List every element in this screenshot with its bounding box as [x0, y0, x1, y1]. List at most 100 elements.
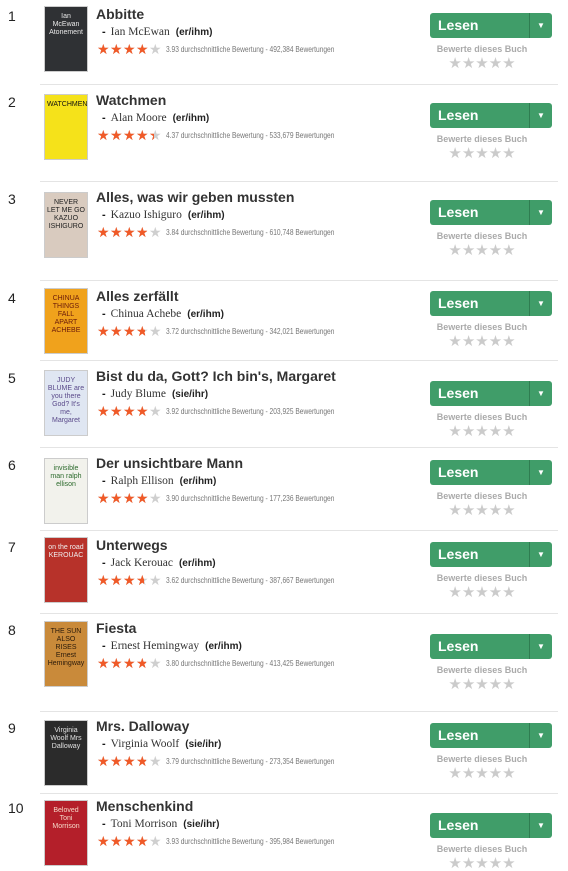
read-button-label[interactable]: Lesen	[430, 381, 530, 406]
empty-star-icon[interactable]: ★	[502, 55, 515, 72]
empty-star-icon[interactable]: ★	[502, 333, 515, 350]
book-title-link[interactable]: Mrs. Dalloway	[96, 718, 189, 734]
book-cover[interactable]: Virginia Woolf Mrs Dalloway	[44, 720, 88, 786]
empty-star-icon[interactable]: ★	[462, 55, 475, 72]
book-title-link[interactable]: Menschenkind	[96, 798, 193, 814]
book-title-link[interactable]: Unterwegs	[96, 537, 168, 553]
empty-star-icon[interactable]: ★	[462, 502, 475, 519]
author-name-link[interactable]: Chinua Achebe	[111, 308, 182, 320]
empty-star-icon[interactable]: ★	[502, 423, 515, 440]
empty-star-icon[interactable]: ★	[475, 584, 488, 601]
author-name-link[interactable]: Kazuo Ishiguro	[111, 209, 182, 221]
chevron-down-icon[interactable]: ▼	[530, 542, 552, 567]
book-cover[interactable]: NEVER LET ME GO KAZUO ISHIGURO	[44, 192, 88, 258]
empty-star-icon[interactable]: ★	[475, 502, 488, 519]
rate-stars[interactable]: ★★★★★	[430, 856, 534, 871]
book-cover[interactable]: Ian McEwan Atonement	[44, 6, 88, 72]
author-name-link[interactable]: Toni Morrison	[111, 818, 178, 830]
chevron-down-icon[interactable]: ▼	[530, 460, 552, 485]
empty-star-icon[interactable]: ★	[489, 855, 502, 871]
empty-star-icon[interactable]: ★	[489, 333, 502, 350]
author-name-link[interactable]: Virginia Woolf	[111, 738, 180, 750]
empty-star-icon[interactable]: ★	[475, 423, 488, 440]
empty-star-icon[interactable]: ★	[462, 855, 475, 871]
empty-star-icon[interactable]: ★	[489, 55, 502, 72]
rate-stars[interactable]: ★★★★★	[430, 585, 534, 600]
empty-star-icon[interactable]: ★	[502, 145, 515, 162]
book-cover[interactable]: Beloved Toni Morrison	[44, 800, 88, 866]
empty-star-icon[interactable]: ★	[475, 242, 488, 259]
empty-star-icon[interactable]: ★	[475, 55, 488, 72]
empty-star-icon[interactable]: ★	[475, 676, 488, 693]
book-title-link[interactable]: Abbitte	[96, 6, 144, 22]
chevron-down-icon[interactable]: ▼	[530, 103, 552, 128]
empty-star-icon[interactable]: ★	[462, 423, 475, 440]
read-button-label[interactable]: Lesen	[430, 200, 530, 225]
empty-star-icon[interactable]: ★	[462, 145, 475, 162]
book-cover[interactable]: CHINUA THINGS FALL APART ACHEBE	[44, 288, 88, 354]
empty-star-icon[interactable]: ★	[475, 855, 488, 871]
book-title-link[interactable]: Alles, was wir geben mussten	[96, 189, 294, 205]
read-button-label[interactable]: Lesen	[430, 103, 530, 128]
book-title-link[interactable]: Watchmen	[96, 92, 166, 108]
read-button-label[interactable]: Lesen	[430, 542, 530, 567]
empty-star-icon[interactable]: ★	[448, 333, 461, 350]
rate-stars[interactable]: ★★★★★	[430, 243, 534, 258]
empty-star-icon[interactable]: ★	[502, 855, 515, 871]
rate-stars[interactable]: ★★★★★	[430, 424, 534, 439]
chevron-down-icon[interactable]: ▼	[530, 381, 552, 406]
chevron-down-icon[interactable]: ▼	[530, 13, 552, 38]
chevron-down-icon[interactable]: ▼	[530, 291, 552, 316]
book-cover[interactable]: invisible man ralph ellison	[44, 458, 88, 524]
read-button-label[interactable]: Lesen	[430, 291, 530, 316]
empty-star-icon[interactable]: ★	[475, 333, 488, 350]
author-name-link[interactable]: Ralph Ellison	[111, 475, 174, 487]
rate-stars[interactable]: ★★★★★	[430, 503, 534, 518]
book-title-link[interactable]: Alles zerfällt	[96, 288, 178, 304]
empty-star-icon[interactable]: ★	[489, 145, 502, 162]
empty-star-icon[interactable]: ★	[462, 765, 475, 782]
empty-star-icon[interactable]: ★	[448, 855, 461, 871]
book-title-link[interactable]: Der unsichtbare Mann	[96, 455, 243, 471]
rate-stars[interactable]: ★★★★★	[430, 677, 534, 692]
empty-star-icon[interactable]: ★	[448, 765, 461, 782]
empty-star-icon[interactable]: ★	[489, 765, 502, 782]
read-button-label[interactable]: Lesen	[430, 723, 530, 748]
rate-stars[interactable]: ★★★★★	[430, 146, 534, 161]
read-button-label[interactable]: Lesen	[430, 460, 530, 485]
empty-star-icon[interactable]: ★	[448, 145, 461, 162]
author-name-link[interactable]: Alan Moore	[111, 112, 167, 124]
empty-star-icon[interactable]: ★	[502, 242, 515, 259]
author-name-link[interactable]: Ernest Hemingway	[111, 640, 199, 652]
chevron-down-icon[interactable]: ▼	[530, 813, 552, 838]
empty-star-icon[interactable]: ★	[462, 584, 475, 601]
empty-star-icon[interactable]: ★	[489, 423, 502, 440]
book-title-link[interactable]: Fiesta	[96, 620, 136, 636]
empty-star-icon[interactable]: ★	[448, 242, 461, 259]
rate-stars[interactable]: ★★★★★	[430, 56, 534, 71]
book-title-link[interactable]: Bist du da, Gott? Ich bin's, Margaret	[96, 368, 336, 384]
empty-star-icon[interactable]: ★	[448, 584, 461, 601]
empty-star-icon[interactable]: ★	[448, 423, 461, 440]
empty-star-icon[interactable]: ★	[502, 502, 515, 519]
empty-star-icon[interactable]: ★	[462, 242, 475, 259]
empty-star-icon[interactable]: ★	[475, 765, 488, 782]
empty-star-icon[interactable]: ★	[475, 145, 488, 162]
empty-star-icon[interactable]: ★	[489, 584, 502, 601]
empty-star-icon[interactable]: ★	[448, 676, 461, 693]
empty-star-icon[interactable]: ★	[462, 676, 475, 693]
empty-star-icon[interactable]: ★	[462, 333, 475, 350]
author-name-link[interactable]: Jack Kerouac	[111, 557, 173, 569]
empty-star-icon[interactable]: ★	[489, 242, 502, 259]
author-name-link[interactable]: Judy Blume	[111, 388, 166, 400]
rate-stars[interactable]: ★★★★★	[430, 766, 534, 781]
rate-stars[interactable]: ★★★★★	[430, 334, 534, 349]
book-cover[interactable]: JUDY BLUME are you there God? It's me, M…	[44, 370, 88, 436]
empty-star-icon[interactable]: ★	[502, 584, 515, 601]
book-cover[interactable]: THE SUN ALSO RISES Ernest Hemingway	[44, 621, 88, 687]
chevron-down-icon[interactable]: ▼	[530, 723, 552, 748]
read-button-label[interactable]: Lesen	[430, 813, 530, 838]
read-button-label[interactable]: Lesen	[430, 13, 530, 38]
read-button-label[interactable]: Lesen	[430, 634, 530, 659]
empty-star-icon[interactable]: ★	[489, 502, 502, 519]
